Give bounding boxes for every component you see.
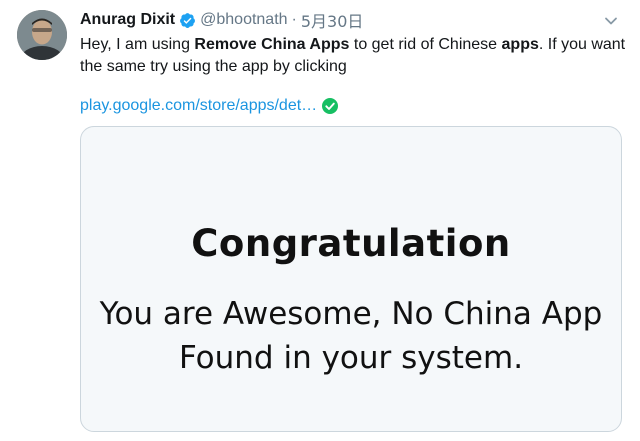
author-name[interactable]: Anurag Dixit: [80, 11, 175, 29]
card-body-line: Found in your system.: [178, 340, 524, 376]
media-card[interactable]: Congratulation You are Awesome, No China…: [80, 126, 622, 432]
tweet-link-line: play.google.com/store/apps/det…: [80, 96, 339, 116]
tweet-link[interactable]: play.google.com/store/apps/det…: [80, 97, 317, 115]
card-body-line: You are Awesome, No China App: [99, 296, 603, 332]
card-body: You are Awesome, No China App Found in y…: [81, 292, 621, 380]
chevron-down-icon[interactable]: [603, 13, 619, 29]
tweet-header: Anurag Dixit @bhootnath · 5月30日: [80, 8, 364, 32]
tweet[interactable]: Anurag Dixit @bhootnath · 5月30日 Hey, I a…: [0, 0, 640, 441]
tweet-date[interactable]: 5月30日: [301, 8, 364, 32]
check-circle-icon: [322, 98, 339, 114]
verified-badge-icon: [179, 12, 196, 29]
tweet-text-part: to get rid of Chinese: [349, 36, 502, 53]
author-handle[interactable]: @bhootnath: [200, 11, 287, 29]
tweet-text-bold: Remove China Apps: [194, 36, 350, 53]
tweet-text: Hey, I am using Remove China Apps to get…: [80, 34, 632, 78]
card-title: Congratulation: [191, 222, 511, 265]
tweet-text-bold: apps: [501, 36, 539, 53]
header-separator: ·: [291, 11, 297, 28]
tweet-text-part: Hey, I am using: [80, 36, 195, 53]
avatar[interactable]: [17, 10, 67, 60]
